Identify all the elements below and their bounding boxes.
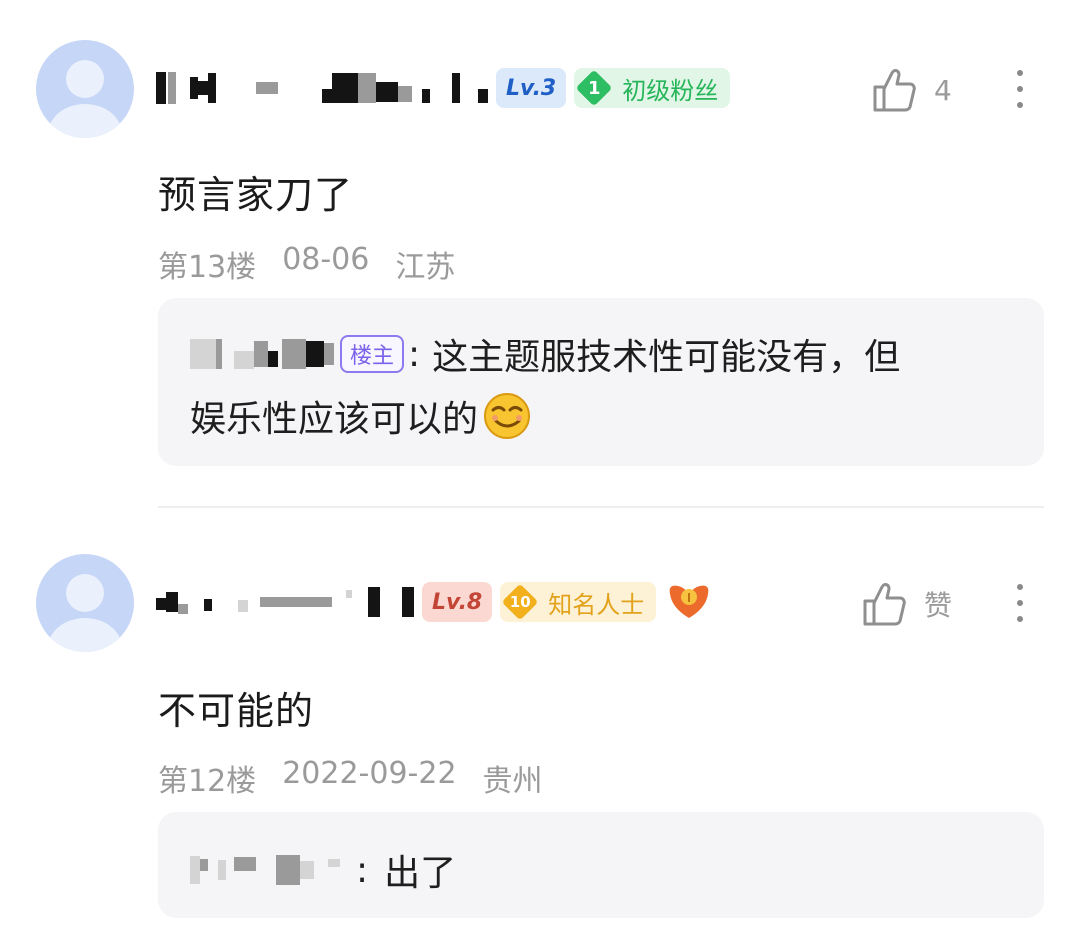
comment-date: 2022-09-22 [282,756,457,791]
ip-location: 贵州 [482,764,543,799]
thumbs-up-icon [863,583,906,626]
floor-number: 第12楼 [158,764,257,799]
avatar-head-shape [66,574,104,612]
reply-text-line1: 出了 [384,853,457,894]
fan-level-icon: 10 [500,582,540,622]
comment-meta: 第12楼 2022-09-22 贵州 [158,756,569,800]
user-avatar[interactable] [36,554,134,652]
avatar-body-shape [48,618,122,652]
fan-badge-label: 知名人士 [548,590,645,619]
like-button[interactable]: 赞 [862,580,952,628]
user-info-row: Lv.8 10 知名人士 [156,578,712,626]
fan-badge[interactable]: 10 知名人士 [500,582,657,622]
username-blurred[interactable] [156,582,414,622]
like-label: 赞 [924,589,953,622]
reply-line-1: : 出了 [190,844,456,896]
fan-level-number: 10 [509,593,531,611]
reply-box[interactable]: : 出了 [158,812,1044,918]
heart-medal-icon [669,585,709,618]
reply-colon: : [356,849,369,891]
more-options-icon[interactable] [1016,584,1024,632]
level-badge: Lv.8 [422,582,493,622]
reply-username-blurred[interactable] [190,852,340,888]
comment-item: Lv.8 10 知名人士 赞 不可能的 第12楼 2022-09-22 贵州:… [0,0,1080,939]
comment-text: 不可能的 [158,689,315,733]
